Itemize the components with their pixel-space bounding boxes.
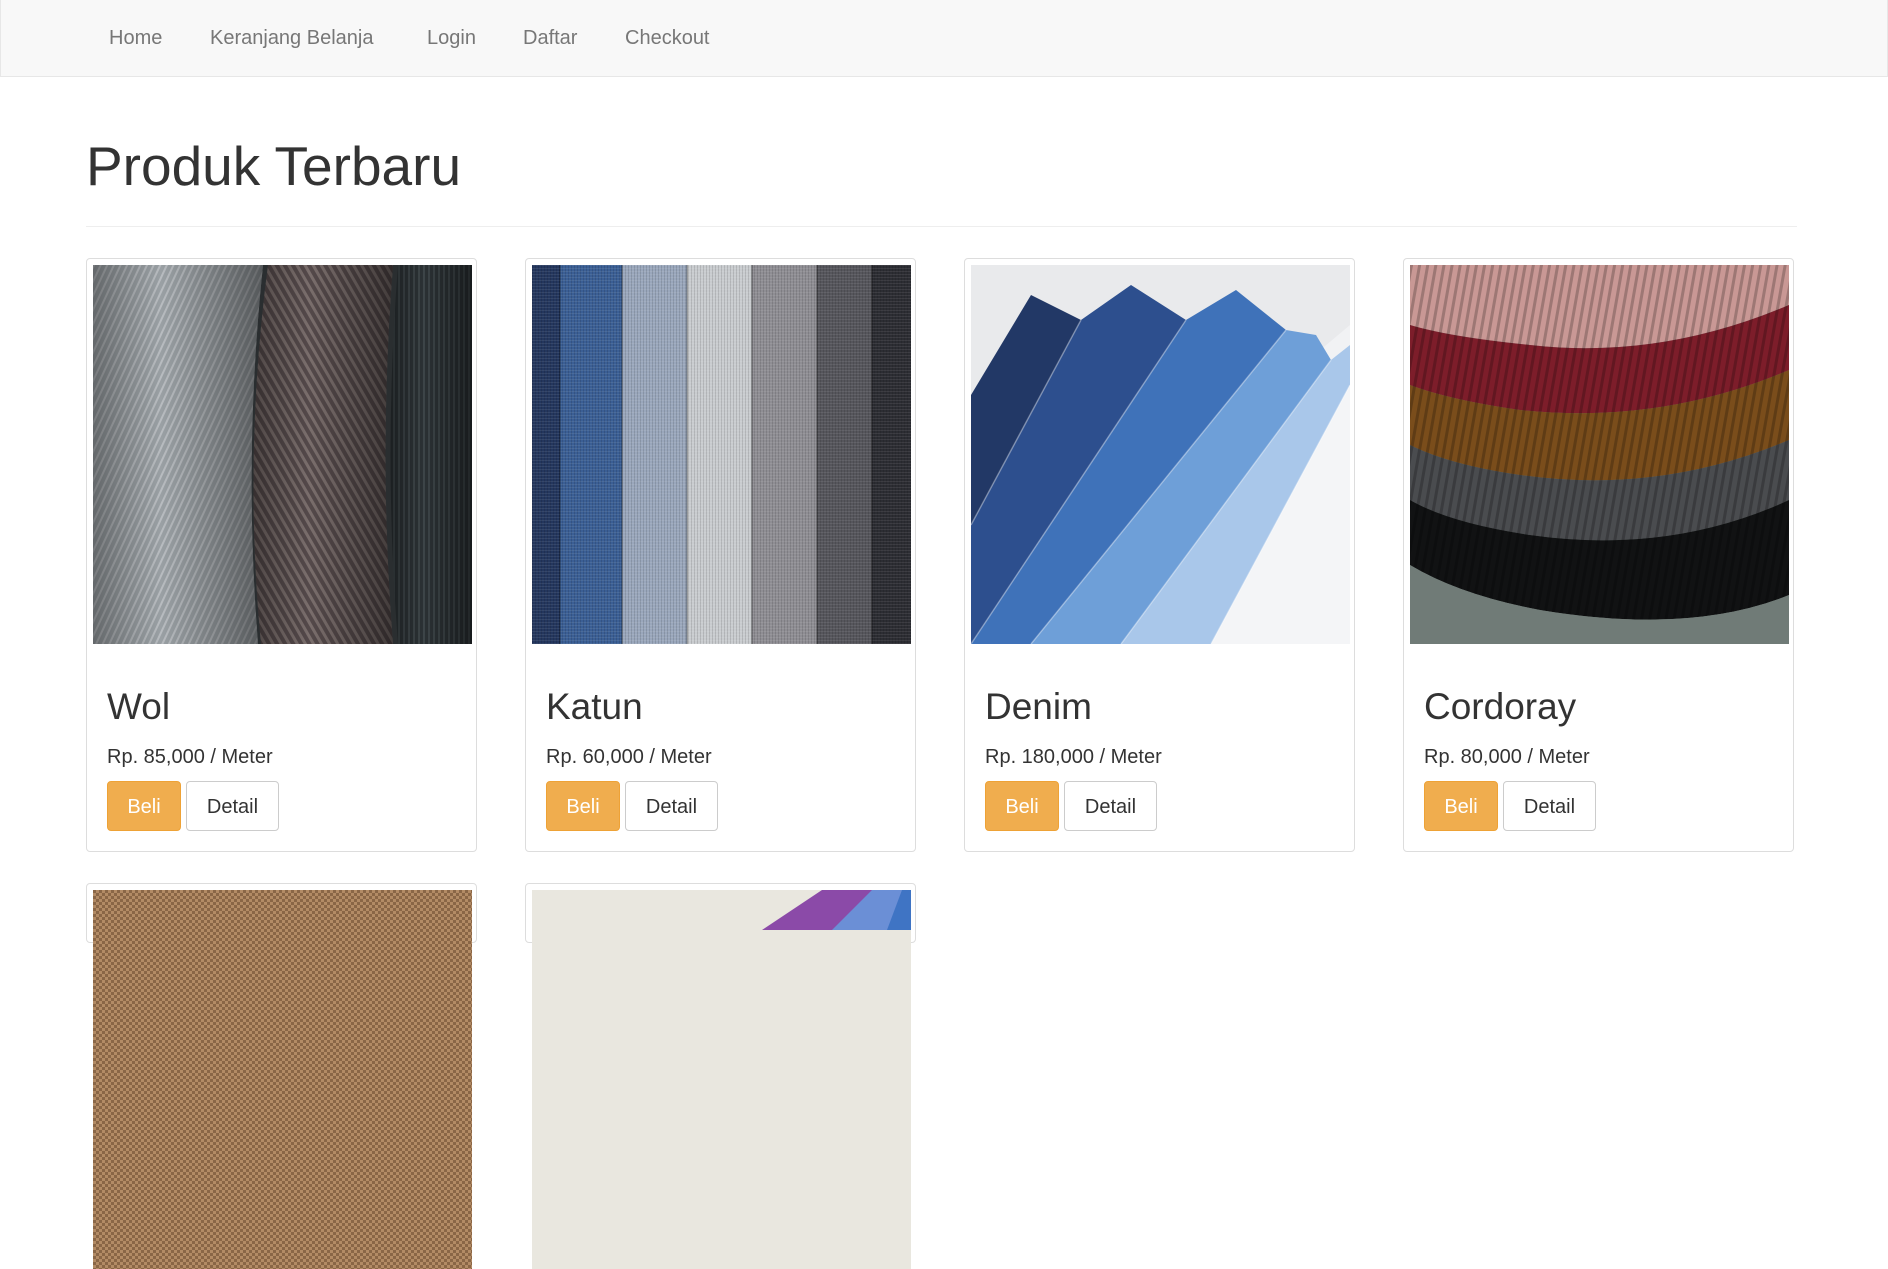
product-card-cordoray: Cordoray Rp. 80,000 / Meter Beli Detail [1403, 258, 1794, 852]
product-price: Rp. 80,000 / Meter [1424, 746, 1590, 768]
buy-button[interactable]: Beli [985, 781, 1059, 831]
nav-register-link[interactable]: Daftar [523, 0, 577, 76]
nav-home-link[interactable]: Home [109, 0, 162, 76]
product-card-denim: Denim Rp. 180,000 / Meter Beli Detail [964, 258, 1355, 852]
buy-button[interactable]: Beli [1424, 781, 1498, 831]
nav-login-link[interactable]: Login [427, 0, 476, 76]
product-image-wol[interactable] [93, 265, 472, 644]
tan-fabric-image [93, 890, 472, 1269]
product-card-partial-1 [86, 883, 477, 1269]
product-name: Cordoray [1424, 686, 1577, 727]
corduroy-fabric-image [1410, 265, 1789, 644]
detail-button[interactable]: Detail [1064, 781, 1157, 831]
nav-cart-link[interactable]: Keranjang Belanja [210, 0, 373, 76]
product-image-katun[interactable] [532, 265, 911, 644]
page-title: Produk Terbaru [86, 135, 462, 197]
nav-checkout-link[interactable]: Checkout [625, 0, 710, 76]
product-image-partial-1[interactable] [93, 890, 472, 1269]
product-image-partial-2[interactable] [532, 890, 911, 1269]
product-card-partial-2 [525, 883, 916, 1269]
product-image-denim[interactable] [971, 265, 1350, 644]
denim-fabric-image [971, 265, 1350, 644]
product-price: Rp. 85,000 / Meter [107, 746, 273, 768]
detail-button[interactable]: Detail [625, 781, 718, 831]
buy-button[interactable]: Beli [546, 781, 620, 831]
colorful-fabric-image [532, 890, 911, 1269]
product-price: Rp. 180,000 / Meter [985, 746, 1162, 768]
buy-button[interactable]: Beli [107, 781, 181, 831]
product-name: Wol [107, 686, 171, 727]
detail-button[interactable]: Detail [1503, 781, 1596, 831]
product-card-katun: Katun Rp. 60,000 / Meter Beli Detail [525, 258, 916, 852]
product-price: Rp. 60,000 / Meter [546, 746, 712, 768]
product-name: Katun [546, 686, 643, 727]
wool-fabric-image [93, 265, 472, 644]
cotton-fabric-image [532, 265, 911, 644]
product-name: Denim [985, 686, 1092, 727]
product-image-cordoray[interactable] [1410, 265, 1789, 644]
detail-button[interactable]: Detail [186, 781, 279, 831]
title-divider [86, 226, 1797, 227]
top-navbar: Home Keranjang Belanja Login Daftar Chec… [0, 0, 1888, 77]
product-card-wol: Wol Rp. 85,000 / Meter Beli Detail [86, 258, 477, 852]
